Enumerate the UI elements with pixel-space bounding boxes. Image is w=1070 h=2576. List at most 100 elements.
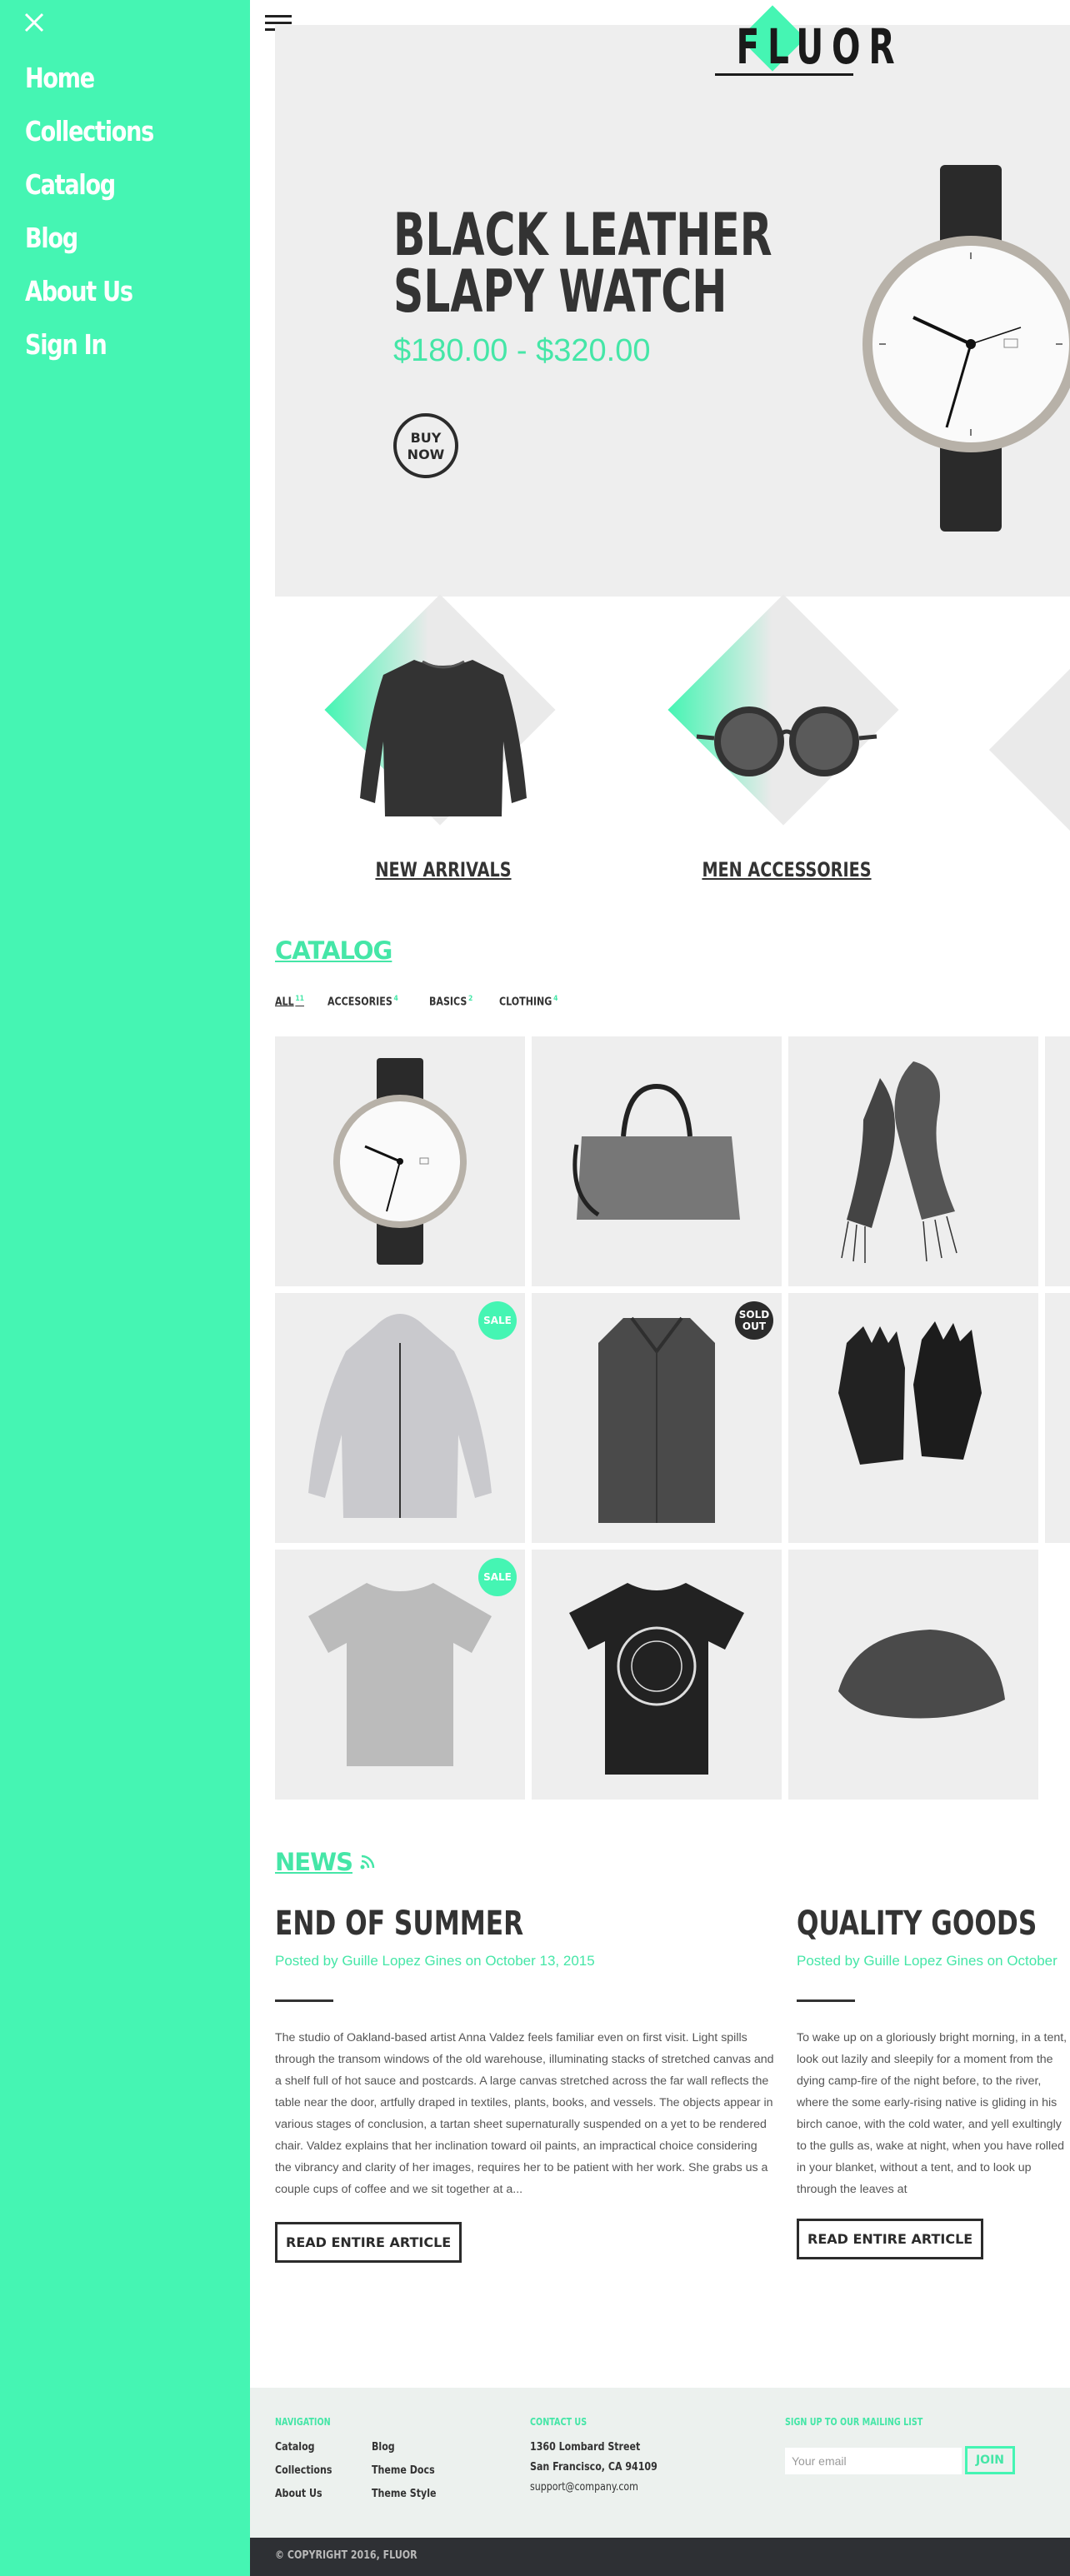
news-header: NEWS xyxy=(275,1848,376,1876)
product-cap[interactable] xyxy=(788,1550,1038,1800)
footer-address-line1: 1360 Lombard Street xyxy=(530,2441,641,2454)
copyright-bar: © COPYRIGHT 2016, FLUOR xyxy=(250,2538,1070,2576)
collection-label[interactable]: MEN ACCESSORIES xyxy=(667,858,907,881)
join-button[interactable]: JOIN xyxy=(965,2446,1015,2474)
sold-out-text: SOLD OUT xyxy=(738,1309,770,1332)
filter-clothing-count: 4 xyxy=(552,995,558,1003)
footer-contact-heading: CONTACT US xyxy=(530,2416,588,2428)
footer-mailing-heading: SIGN UP TO OUR MAILING LIST xyxy=(785,2416,923,2428)
footer: NAVIGATION Catalog Collections About Us … xyxy=(250,2388,1070,2538)
sidebar-link-collections[interactable]: Collections xyxy=(25,115,154,147)
catalog-title: CATALOG xyxy=(275,936,392,965)
rss-icon[interactable] xyxy=(359,1854,376,1870)
watch-image xyxy=(862,165,1070,532)
filter-accesories-count: 4 xyxy=(393,995,398,1003)
copyright-text: © COPYRIGHT 2016, FLUOR xyxy=(275,2549,418,2562)
product-partial xyxy=(1045,1036,1070,1286)
filter-basics-count: 2 xyxy=(468,995,473,1003)
sale-badge: SALE xyxy=(478,1558,517,1596)
main-content: BLACK LEATHER SLAPY WATCH $180.00 - $320… xyxy=(250,0,1070,2576)
filter-clothing[interactable]: CLOTHING 4 xyxy=(499,995,558,1008)
sidebar-item-about[interactable]: About Us xyxy=(25,275,182,328)
sweatshirt-image xyxy=(360,660,527,816)
mailing-email-input[interactable] xyxy=(785,2448,962,2474)
footer-nav-heading: NAVIGATION xyxy=(275,2416,331,2428)
collection-men-accessories[interactable]: MEN ACCESSORIES xyxy=(637,594,937,891)
cap-image xyxy=(838,1630,1005,1719)
product-tshirt-black[interactable] xyxy=(532,1550,782,1800)
article-meta: Posted by Guille Lopez Gines on October … xyxy=(275,1953,595,1969)
footer-link-theme-style[interactable]: Theme Style xyxy=(372,2488,436,2500)
product-tshirt-grey[interactable]: SALE xyxy=(275,1550,525,1800)
hero-title-line1: BLACK LEATHER xyxy=(393,201,772,269)
sidebar-link-home[interactable]: Home xyxy=(25,62,95,94)
filter-basics-label: BASICS xyxy=(428,996,468,1009)
collection-partial xyxy=(988,655,1070,845)
gloves-image xyxy=(838,1321,982,1465)
product-gloves[interactable] xyxy=(788,1293,1038,1543)
bag-image xyxy=(572,1083,740,1220)
filter-all-count: 11 xyxy=(295,995,304,1003)
footer-address-line2: San Francisco, CA 94109 xyxy=(530,2461,658,2474)
sidebar-link-blog[interactable]: Blog xyxy=(25,222,78,254)
filter-basics[interactable]: BASICS 2 xyxy=(429,995,472,1008)
footer-link-about[interactable]: About Us xyxy=(275,2488,322,2500)
catalog-filters: ALL 11 ACCESORIES 4 BASICS 2 CLOTHING 4 xyxy=(275,995,568,1008)
article-title[interactable]: END OF SUMMER xyxy=(275,1905,672,1946)
footer-link-catalog[interactable]: Catalog xyxy=(275,2441,315,2454)
buy-now-line1: BUY xyxy=(410,430,442,446)
hero-price: $180.00 - $320.00 xyxy=(393,333,651,368)
product-shirt[interactable]: SOLD OUT xyxy=(532,1293,782,1543)
news-article: END OF SUMMER Posted by Guille Lopez Gin… xyxy=(275,1905,783,2263)
product-partial xyxy=(1045,1293,1070,1543)
filter-accesories-label: ACCESORIES xyxy=(328,996,392,1009)
product-scarf[interactable] xyxy=(788,1036,1038,1286)
logo-underline xyxy=(715,73,853,76)
scarf-image xyxy=(841,1061,958,1263)
sidebar: Home Collections Catalog Blog About Us S… xyxy=(0,0,250,2576)
collection-label[interactable]: NEW ARRIVALS xyxy=(323,858,563,881)
sidebar-item-catalog[interactable]: Catalog xyxy=(25,168,182,222)
article-excerpt: The studio of Oakland-based artist Anna … xyxy=(275,2031,774,2196)
article-divider xyxy=(275,1999,333,2002)
footer-link-collections[interactable]: Collections xyxy=(275,2464,332,2477)
product-jacket[interactable]: SALE xyxy=(275,1293,525,1543)
buy-now-button[interactable]: BUY NOW xyxy=(393,413,458,478)
footer-link-blog[interactable]: Blog xyxy=(372,2441,395,2454)
article-divider xyxy=(797,1999,855,2002)
footer-email-link[interactable]: support@company.com xyxy=(530,2481,638,2494)
sidebar-link-signin[interactable]: Sign In xyxy=(25,328,108,361)
sold-out-badge: SOLD OUT xyxy=(735,1301,773,1340)
filter-all-label: ALL xyxy=(275,996,294,1009)
hero-title: BLACK LEATHER SLAPY WATCH xyxy=(393,201,772,326)
article-meta: Posted by Guille Lopez Gines on October xyxy=(797,1953,1058,1969)
collection-new-arrivals[interactable]: NEW ARRIVALS xyxy=(293,594,593,891)
footer-link-theme-docs[interactable]: Theme Docs xyxy=(372,2464,435,2477)
product-bag[interactable] xyxy=(532,1036,782,1286)
sidebar-item-home[interactable]: Home xyxy=(25,62,182,115)
article-title[interactable]: QUALITY GOODS xyxy=(797,1905,1037,1946)
filter-clothing-label: CLOTHING xyxy=(498,996,552,1009)
sidebar-link-catalog[interactable]: Catalog xyxy=(25,168,116,201)
sidebar-link-about[interactable]: About Us xyxy=(25,275,133,307)
product-watch[interactable] xyxy=(275,1036,525,1286)
hero-title-line2: SLAPY WATCH xyxy=(393,257,728,326)
news-title: NEWS xyxy=(275,1848,353,1876)
filter-all[interactable]: ALL 11 xyxy=(275,995,304,1008)
logo[interactable]: FLUOR xyxy=(715,0,903,83)
logo-text: FLUOR xyxy=(736,18,903,75)
watch-image xyxy=(333,1058,467,1265)
filter-accesories[interactable]: ACCESORIES 4 xyxy=(328,995,398,1008)
news-article: QUALITY GOODS Posted by Guille Lopez Gin… xyxy=(797,1905,1070,2259)
article-excerpt: To wake up on a gloriously bright mornin… xyxy=(797,2031,1068,2196)
sidebar-item-collections[interactable]: Collections xyxy=(25,115,182,168)
read-article-button[interactable]: READ ENTIRE ARTICLE xyxy=(797,2219,984,2259)
sidebar-item-signin[interactable]: Sign In xyxy=(25,328,182,382)
sidebar-item-blog[interactable]: Blog xyxy=(25,222,182,275)
close-icon[interactable] xyxy=(22,10,52,40)
sale-badge: SALE xyxy=(478,1301,517,1340)
tshirt-black-image xyxy=(569,1583,744,1775)
buy-now-line2: NOW xyxy=(407,447,445,462)
sidebar-nav: Home Collections Catalog Blog About Us S… xyxy=(25,62,182,382)
read-article-button[interactable]: READ ENTIRE ARTICLE xyxy=(275,2222,462,2263)
